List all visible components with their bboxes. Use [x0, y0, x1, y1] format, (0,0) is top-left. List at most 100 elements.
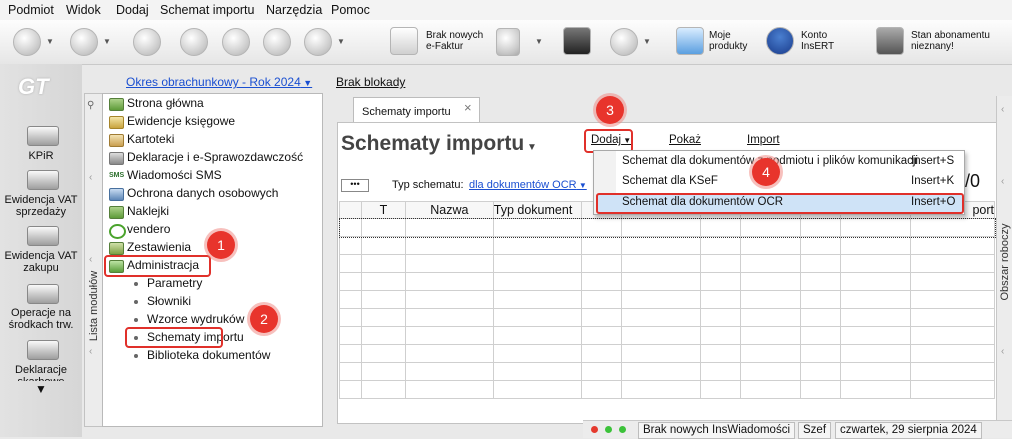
- products-button[interactable]: Moje produkty: [709, 30, 747, 52]
- forward-icon[interactable]: [70, 28, 98, 56]
- tab-label: Schematy importu: [362, 106, 451, 118]
- products-icon[interactable]: [676, 27, 704, 55]
- chevron-down-icon[interactable]: ▼: [103, 37, 111, 46]
- computer-icon[interactable]: [496, 28, 520, 56]
- close-icon[interactable]: ×: [464, 100, 472, 115]
- module-labels[interactable]: Naklejki: [127, 204, 169, 218]
- bullet-icon: [134, 354, 138, 358]
- table-header-cell[interactable]: T: [360, 201, 406, 219]
- module-data-protection[interactable]: Ochrona danych osobowych: [127, 186, 278, 200]
- step-badge-2: 2: [250, 305, 278, 333]
- table-row[interactable]: [339, 254, 995, 273]
- scheme-type-selector[interactable]: dla dokumentów OCR ▼: [469, 179, 587, 191]
- period-selector[interactable]: Okres obrachunkowy - Rok 2024 ▼: [126, 75, 312, 89]
- vendero-icon: [109, 224, 126, 239]
- module-home[interactable]: Strona główna: [127, 96, 204, 110]
- reports-icon: [109, 242, 124, 255]
- module-list-strip[interactable]: ⚲ Lista modułów ‹ ‹ ‹: [84, 93, 103, 427]
- module-list: Strona główna Ewidencje księgowe Kartote…: [102, 93, 323, 427]
- nav-vat-purchase[interactable]: Ewidencja VAT zakupu: [0, 250, 82, 274]
- cloud-database-icon[interactable]: [610, 28, 638, 56]
- nav-vat-sales[interactable]: Ewidencja VAT sprzedaży: [0, 194, 82, 218]
- chevron-down-icon[interactable]: ▼: [46, 37, 54, 46]
- menu-narzedzia[interactable]: Narzędzia: [266, 3, 322, 17]
- nav-label: Deklaracje: [15, 364, 67, 376]
- tab-import-schemes[interactable]: Schematy importu ×: [353, 97, 480, 124]
- status-green-icon: [619, 426, 626, 433]
- chevron-left-icon: ‹: [1001, 346, 1005, 357]
- nav-kpir[interactable]: KPiR: [0, 150, 82, 162]
- bullet-icon: [134, 318, 138, 322]
- table-row[interactable]: [339, 380, 995, 399]
- nav-tax-declarations[interactable]: Deklaracje skarbowe: [0, 364, 82, 381]
- menu-item-ksef-scheme[interactable]: Schemat dla KSeF: [622, 175, 718, 187]
- submodule-print-templates[interactable]: Wzorce wydruków: [147, 312, 244, 326]
- nav-fixed-assets[interactable]: Operacje na środkach trw.: [0, 307, 82, 331]
- page-title[interactable]: Schematy importu ▼: [341, 132, 537, 156]
- table-row[interactable]: [339, 272, 995, 291]
- module-cards[interactable]: Kartoteki: [127, 132, 174, 146]
- help-icon[interactable]: [304, 28, 332, 56]
- table-row[interactable]: [338, 217, 996, 238]
- menu-podmiot[interactable]: Podmiot: [8, 3, 54, 17]
- preview-button[interactable]: Pokaż: [669, 134, 701, 146]
- menu-item-ocr-scheme[interactable]: Schemat dla dokumentów OCR Insert+O: [596, 193, 964, 214]
- module-sms[interactable]: Wiadomości SMS: [127, 168, 222, 182]
- scheme-type-value: dla dokumentów OCR: [469, 179, 577, 191]
- table-header-cell[interactable]: Typ dokument: [492, 201, 582, 219]
- user-status[interactable]: Szef: [798, 422, 832, 439]
- tag-icon[interactable]: [180, 28, 208, 56]
- table-row[interactable]: [339, 290, 995, 309]
- refresh-icon[interactable]: [133, 28, 161, 56]
- ksef-button[interactable]: Brak nowych e-Faktur: [426, 30, 483, 52]
- menu-pomoc[interactable]: Pomoc: [331, 3, 370, 17]
- table-row[interactable]: [339, 362, 995, 381]
- shield-warning-icon[interactable]: [876, 27, 904, 55]
- chevron-left-icon: ‹: [1001, 104, 1005, 115]
- menu-widok[interactable]: Widok: [66, 3, 101, 17]
- menu-schemat-importu[interactable]: Schemat importu: [160, 3, 254, 17]
- scroll-down-icon[interactable]: ▼: [35, 382, 47, 396]
- labels-icon: [109, 206, 124, 219]
- chevron-down-icon[interactable]: ▼: [337, 37, 345, 46]
- table-header-cell[interactable]: [339, 201, 362, 219]
- table-row[interactable]: [339, 326, 995, 345]
- insert-account-button[interactable]: Konto InsERT: [801, 30, 834, 52]
- box-icon[interactable]: [563, 27, 591, 55]
- scheme-type-label: Typ schematu:: [392, 179, 464, 191]
- chevron-down-icon: ▼: [576, 181, 587, 190]
- attachment-icon[interactable]: [222, 28, 250, 56]
- chevron-down-icon[interactable]: ▼: [643, 37, 651, 46]
- cards-icon: [109, 134, 124, 147]
- module-declarations[interactable]: Deklaracje i e-Sprawozdawczość: [127, 150, 303, 164]
- chevron-down-icon[interactable]: ▼: [535, 37, 543, 46]
- menu-dodaj[interactable]: Dodaj: [116, 3, 149, 17]
- module-reports[interactable]: Zestawienia: [127, 240, 191, 254]
- table-header-cell[interactable]: Nazwa: [404, 201, 494, 219]
- nav-label: skarbowe: [0, 376, 82, 381]
- insert-account-icon[interactable]: [766, 27, 794, 55]
- news-status[interactable]: Brak nowych InsWiadomości: [638, 422, 795, 439]
- pin-icon[interactable]: ⚲: [87, 100, 94, 111]
- submodule-document-library[interactable]: Biblioteka dokumentów: [147, 348, 270, 362]
- submodule-dictionaries[interactable]: Słowniki: [147, 294, 191, 308]
- module-vendero[interactable]: vendero: [127, 222, 170, 236]
- subscription-button[interactable]: Stan abonamentu nieznany!: [911, 30, 990, 52]
- module-ledgers[interactable]: Ewidencje księgowe: [127, 114, 235, 128]
- table-row[interactable]: [339, 308, 995, 327]
- blockade-link[interactable]: Brak blokady: [336, 75, 405, 89]
- import-button[interactable]: Import: [747, 134, 780, 146]
- status-bar: Brak nowych InsWiadomości Szef czwartek,…: [583, 420, 1012, 439]
- submodule-parameters[interactable]: Parametry: [147, 276, 202, 290]
- table-row[interactable]: [339, 344, 995, 363]
- highlight-import-schemes: [125, 327, 223, 348]
- filter-menu-button[interactable]: •••: [341, 179, 369, 192]
- workspace-strip[interactable]: ‹ ‹ Obszar roboczy ‹: [996, 96, 1012, 422]
- subscription-label-2: nieznany!: [911, 41, 954, 52]
- export-icon[interactable]: [263, 28, 291, 56]
- back-icon[interactable]: [13, 28, 41, 56]
- vat-purchase-icon: [27, 226, 59, 246]
- table-row[interactable]: [339, 236, 995, 255]
- bullet-icon: [134, 300, 138, 304]
- ksef-icon[interactable]: [390, 27, 418, 55]
